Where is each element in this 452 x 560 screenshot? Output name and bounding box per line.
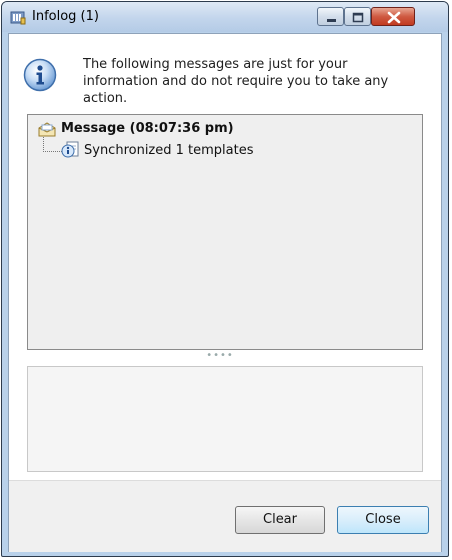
button-bar: Clear Close [9, 480, 441, 552]
dialog-client-area: The following messages are just for your… [8, 33, 442, 552]
infolog-window: Infolog (1) The following messages are j… [1, 1, 449, 557]
minimize-icon [327, 19, 336, 22]
info-document-icon [61, 141, 79, 158]
info-message-text: The following messages are just for your… [83, 57, 389, 106]
message-detail-pane [27, 366, 423, 472]
message-tree[interactable]: Message (08:07:36 pm) Synchronized 1 tem… [27, 114, 423, 350]
minimize-button[interactable] [317, 7, 344, 26]
clear-button[interactable]: Clear [235, 506, 325, 534]
close-window-button[interactable] [371, 7, 415, 26]
pane-splitter-handle[interactable]: •••• [205, 351, 235, 361]
window-title: Infolog (1) [32, 9, 99, 24]
infolog-icon [10, 11, 26, 25]
close-button[interactable]: Close [337, 506, 429, 534]
title-bar[interactable]: Infolog (1) [2, 2, 448, 32]
close-icon [387, 11, 401, 24]
tree-node-message[interactable]: Message (08:07:36 pm) [61, 121, 234, 136]
message-envelope-icon [38, 122, 56, 137]
maximize-icon [352, 12, 364, 23]
info-icon [23, 58, 57, 92]
maximize-button[interactable] [344, 7, 371, 26]
tree-item-synchronized[interactable]: Synchronized 1 templates [84, 143, 254, 158]
